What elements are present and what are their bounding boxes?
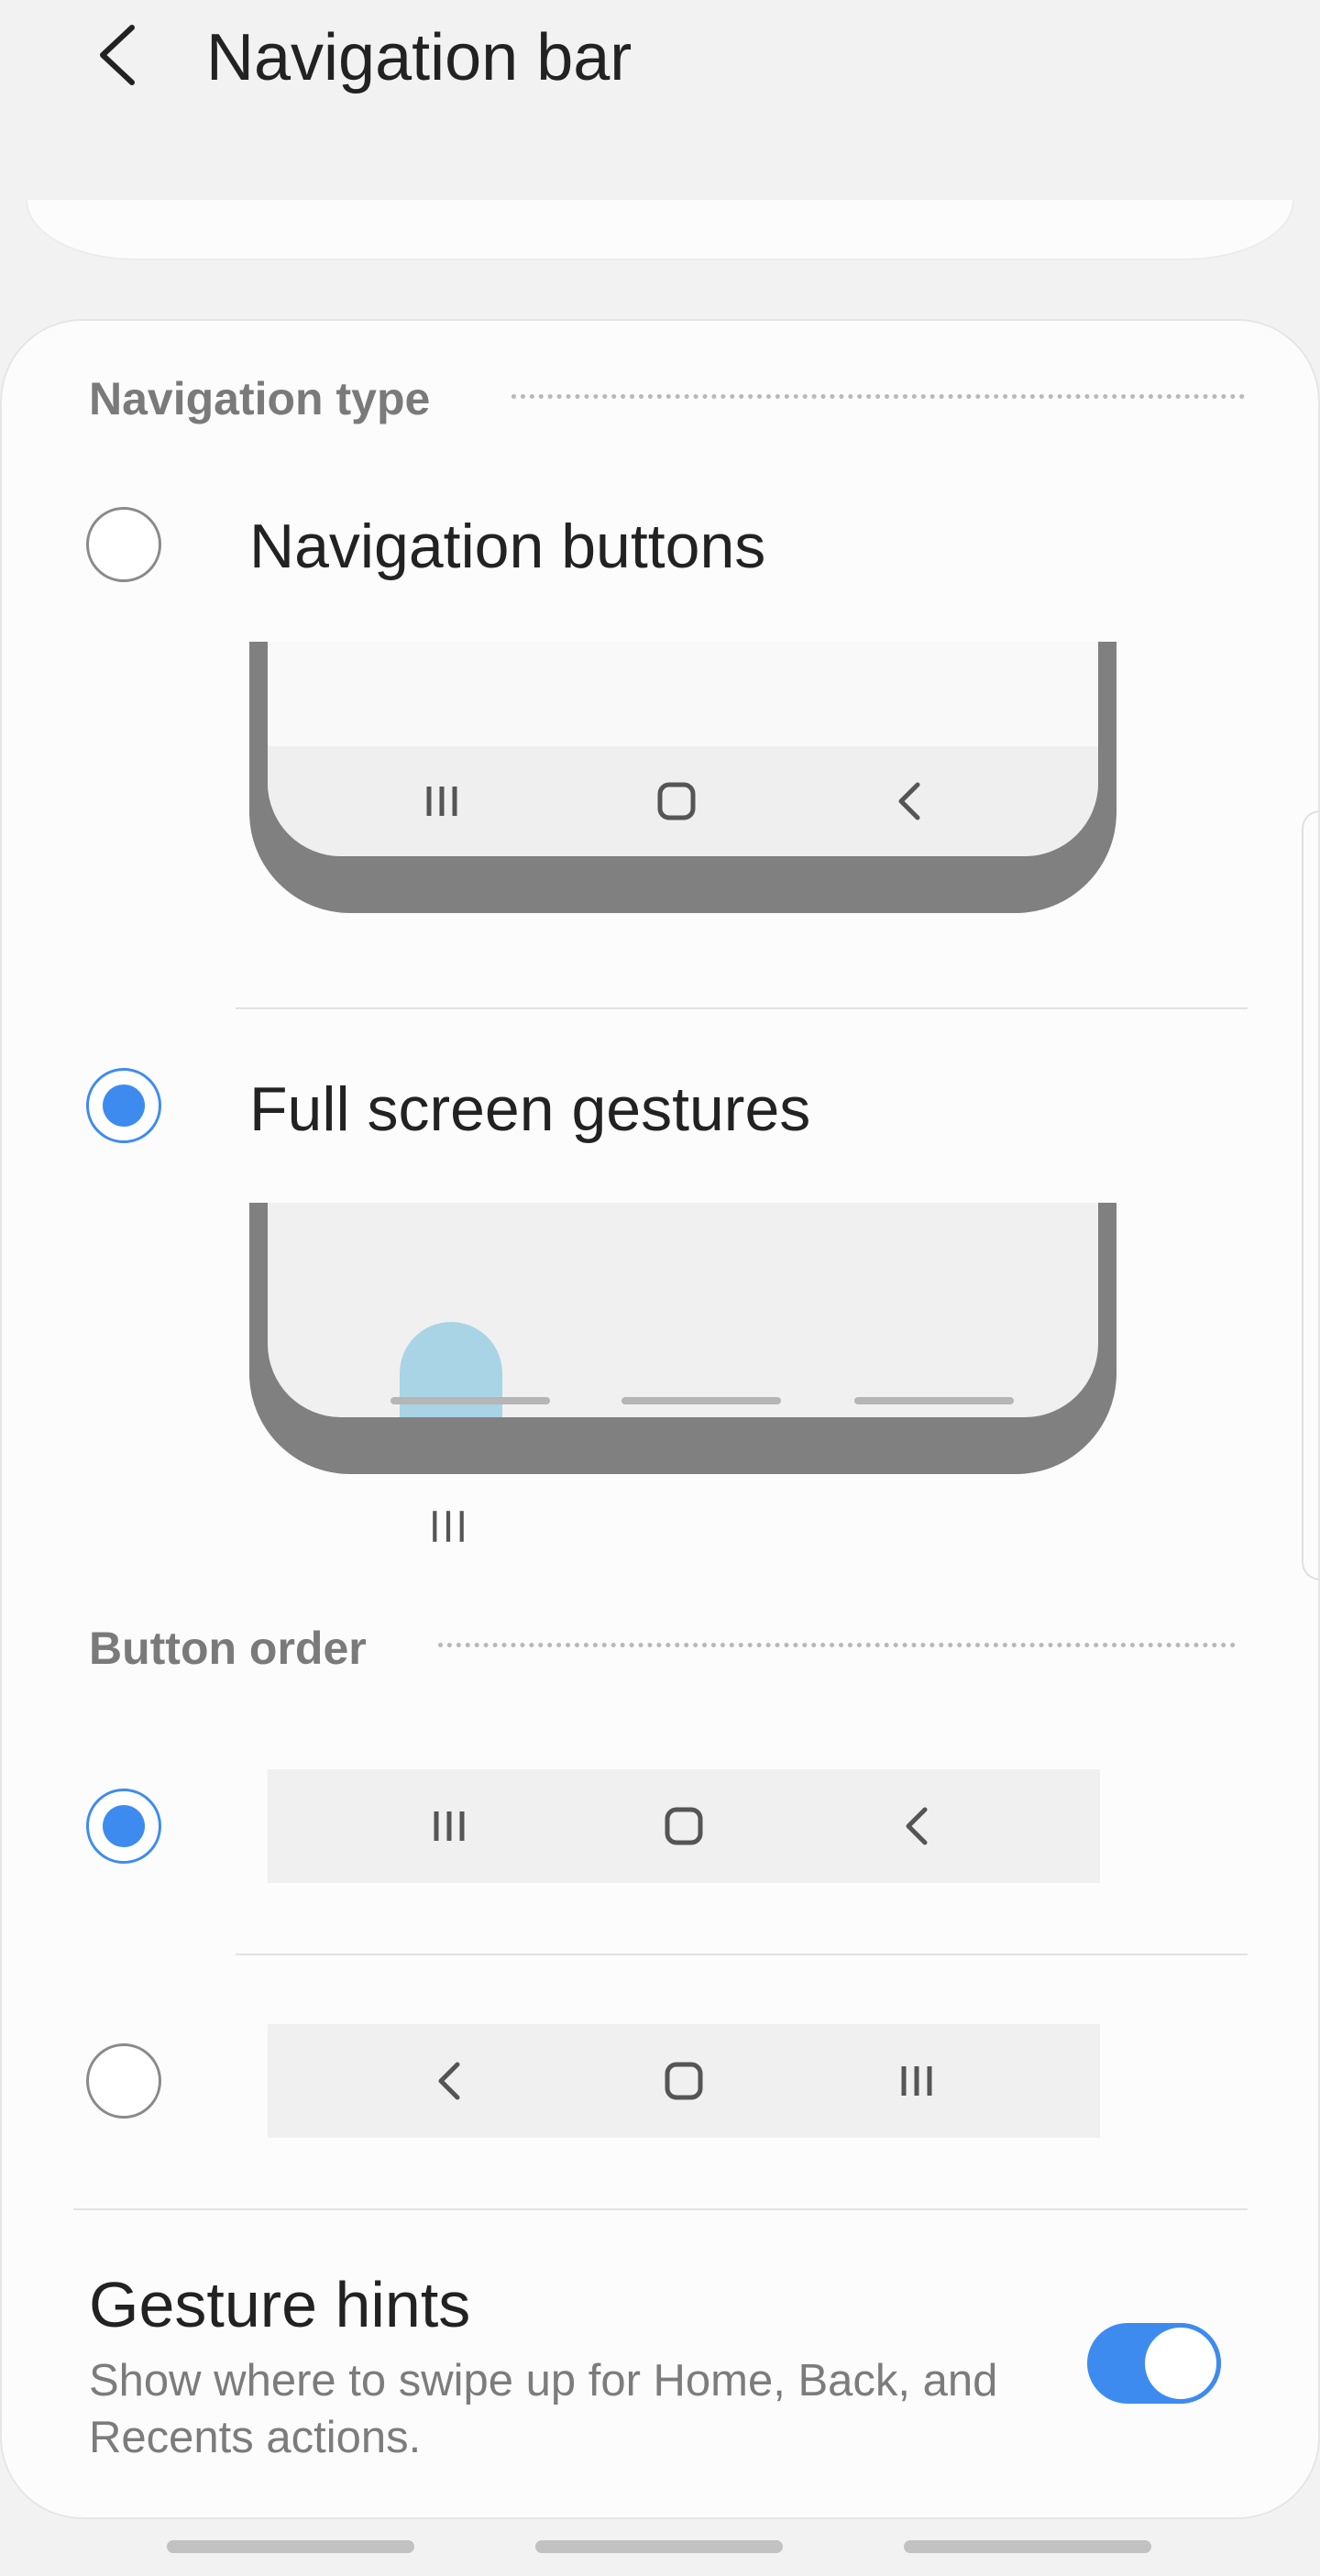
radio-navigation-buttons[interactable] xyxy=(86,507,161,582)
gesture-hint-line xyxy=(854,1397,1014,1404)
navigation-type-header: Navigation type xyxy=(89,373,431,424)
radio-full-screen-gestures[interactable] xyxy=(86,1068,161,1143)
recents-icon xyxy=(414,774,469,829)
button-order-option-1[interactable] xyxy=(268,1769,1100,1883)
navigation-buttons-preview xyxy=(249,642,1116,913)
page-title: Navigation bar xyxy=(206,21,632,94)
section-divider-dots xyxy=(438,1643,1236,1647)
home-icon xyxy=(649,774,704,829)
system-gesture-hint xyxy=(904,2540,1151,2553)
preview-screen xyxy=(268,1203,1098,1417)
gesture-hint-line xyxy=(622,1397,781,1404)
recents-icon xyxy=(889,2053,944,2108)
home-icon xyxy=(656,2053,711,2108)
gesture-hints-description: Show where to swipe up for Home, Back, a… xyxy=(89,2356,998,2462)
chevron-left-icon xyxy=(100,25,135,85)
preview-screen xyxy=(268,642,1098,856)
radio-button-order-2[interactable] xyxy=(86,2043,161,2119)
option-divider xyxy=(236,1954,1248,1955)
gesture-hint-line xyxy=(390,1397,550,1404)
back-icon xyxy=(882,774,937,829)
scroll-indicator xyxy=(1302,810,1320,1580)
button-order-option-2[interactable] xyxy=(268,2024,1100,2138)
toggle-knob xyxy=(1140,2323,1221,2404)
option-divider xyxy=(236,1007,1248,1009)
back-icon xyxy=(889,1799,944,1854)
section-divider xyxy=(73,2208,1248,2210)
section-divider-dots xyxy=(512,394,1245,399)
app-bar: Navigation bar xyxy=(0,0,1320,119)
option-full-screen-gestures[interactable]: Full screen gestures xyxy=(249,1073,810,1146)
gesture-hints-toggle[interactable] xyxy=(1087,2323,1221,2404)
previous-card xyxy=(26,200,1294,260)
full-screen-gestures-preview xyxy=(249,1203,1116,1474)
recents-icon xyxy=(422,1799,477,1854)
home-icon xyxy=(656,1799,711,1854)
gesture-hints-title[interactable]: Gesture hints xyxy=(89,2266,470,2343)
preview-navbar xyxy=(268,746,1098,856)
option-navigation-buttons[interactable]: Navigation buttons xyxy=(249,510,765,583)
recents-icon xyxy=(429,1507,468,1550)
button-order-header: Button order xyxy=(89,1623,367,1674)
back-button[interactable] xyxy=(81,18,154,92)
system-gesture-hint xyxy=(535,2540,783,2553)
system-gesture-hint xyxy=(167,2540,414,2553)
radio-button-order-1[interactable] xyxy=(86,1789,161,1864)
back-icon xyxy=(422,2053,477,2108)
